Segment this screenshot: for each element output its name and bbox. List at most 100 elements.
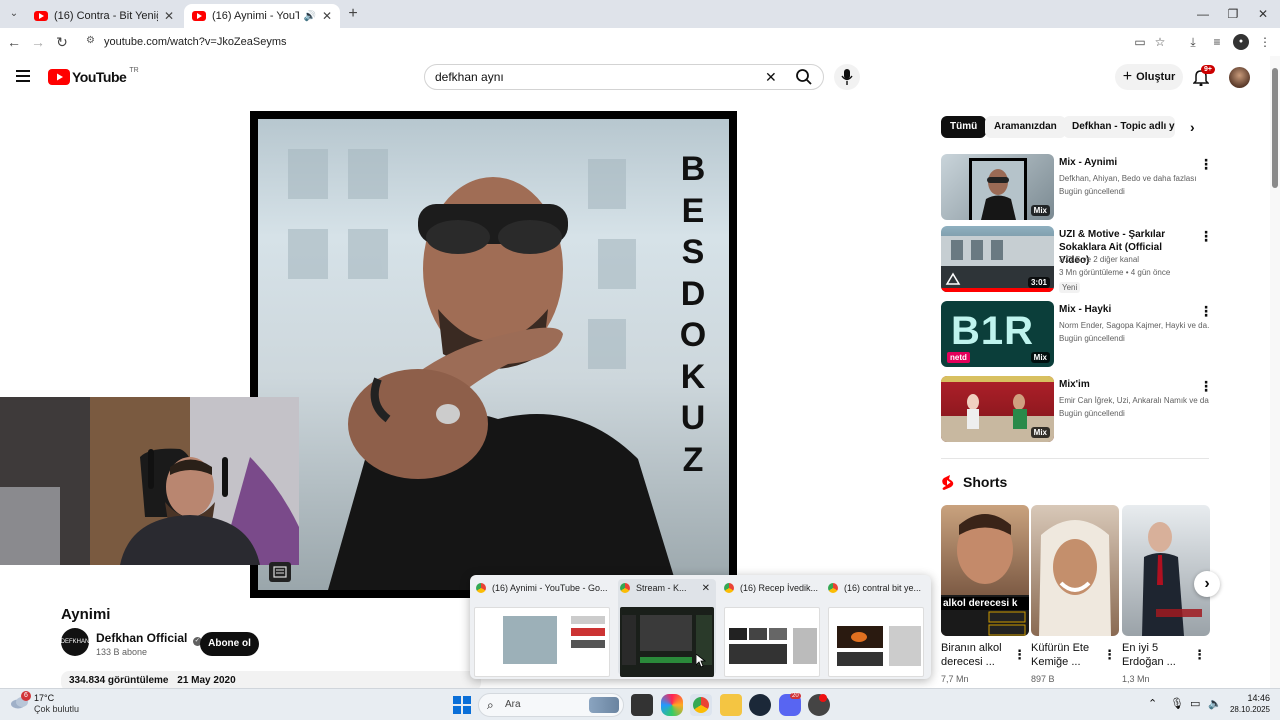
duration-badge: 3:01 [1027, 277, 1050, 288]
more-options-icon[interactable]: ⋮ [1199, 229, 1213, 243]
browser-tab-aynimi[interactable]: (16) Aynimi - YouTube 🔊 ✕ [184, 4, 340, 28]
weather-temp[interactable]: 17°C [34, 693, 54, 703]
taskbar-chrome-app[interactable] [690, 694, 712, 716]
related-thumbnail[interactable]: Mix [941, 376, 1054, 442]
new-badge: Yeni [1059, 282, 1081, 293]
mix-badge: Mix [1030, 352, 1050, 363]
short-card[interactable] [1122, 505, 1210, 636]
youtube-favicon-icon [192, 11, 206, 21]
minimize-icon[interactable]: — [1188, 4, 1218, 24]
volume-tray-icon[interactable]: 🔈 [1208, 697, 1222, 710]
windows-start-icon[interactable] [452, 695, 474, 717]
youtube-logo[interactable]: YouTube TR [48, 67, 139, 85]
chip-defkhan-topic[interactable]: Defkhan - Topic adlı yük [1063, 116, 1175, 138]
related-thumbnail[interactable]: B1R netd Mix [941, 301, 1054, 367]
voice-search-mic-icon[interactable] [834, 64, 860, 90]
preview-window[interactable]: (16) contral bit ye... [826, 579, 928, 677]
chip-from-search[interactable]: Aramanızdan [985, 116, 1066, 138]
related-item[interactable]: 3:01 UZI & Motive - Şarkılar Sokaklara A… [941, 226, 1213, 296]
preview-window[interactable]: (16) Recep İvedik... [722, 579, 822, 677]
short-views: 7,7 Mn [941, 674, 969, 684]
preview-window[interactable]: (16) Aynimi - YouTube - Go... [474, 579, 614, 677]
bookmark-star-icon[interactable]: ☆ [1152, 34, 1168, 50]
scrollbar-thumb[interactable] [1272, 68, 1278, 188]
short-title[interactable]: Küfürün Ete Kemiğe ... [1031, 641, 1101, 669]
related-thumbnail[interactable]: 3:01 [941, 226, 1054, 292]
short-title[interactable]: Biranın alkol derecesi ... [941, 641, 1011, 669]
shorts-logo-icon [942, 475, 954, 490]
related-item[interactable]: B1R netd Mix Mix - Hayki Norm Ender, Sag… [941, 301, 1213, 371]
create-button[interactable]: + Oluştur [1115, 64, 1183, 90]
file-explorer-icon[interactable] [720, 694, 742, 716]
youtube-play-icon [48, 69, 70, 85]
tray-chevron-icon[interactable]: ⌃ [1148, 697, 1157, 710]
weather-desc[interactable]: Çok bulutlu [34, 704, 79, 714]
download-icon[interactable]: ⤓ [1185, 34, 1201, 50]
network-tray-icon[interactable]: ▭ [1190, 697, 1200, 710]
cover-scene [288, 149, 678, 590]
profile-avatar[interactable]: ● [1233, 34, 1249, 50]
weather-alert-badge: 6 [21, 691, 31, 701]
subscriber-count: 133 B abone [96, 647, 148, 657]
short-card[interactable] [1031, 505, 1119, 636]
short-more-icon[interactable]: ⋮ [1193, 647, 1206, 663]
clock-time[interactable]: 14:46 [1230, 693, 1270, 703]
chip-all[interactable]: Tümü [941, 116, 987, 138]
close-window-icon[interactable]: ✕ [1248, 4, 1278, 24]
forward-arrow-icon[interactable]: → [28, 32, 48, 52]
short-card[interactable]: alkol derecesi k [941, 505, 1029, 636]
close-tab-icon[interactable]: ✕ [164, 9, 174, 23]
tab-title: (16) Aynimi - YouTube [212, 10, 300, 22]
video-player[interactable]: BESDOKUZ [250, 111, 737, 598]
close-tab-icon[interactable]: ✕ [322, 9, 332, 23]
related-item[interactable]: Mix Mix - Aynimi Defkhan, Ahiyan, Bedo v… [941, 154, 1213, 224]
browser-menu-icon[interactable]: ⋮ [1257, 34, 1273, 50]
chips-next-chevron-icon[interactable]: › [1190, 119, 1195, 135]
short-title[interactable]: En iyi 5 Erdoğan ... [1122, 641, 1192, 669]
channel-avatar[interactable]: DEFKHAN [61, 628, 89, 656]
more-options-icon[interactable]: ⋮ [1199, 157, 1213, 171]
search-input[interactable] [435, 70, 755, 84]
taskbar-search-box[interactable]: ⌕ Ara [478, 693, 624, 717]
short-more-icon[interactable]: ⋮ [1013, 647, 1026, 663]
browser-tab-contra[interactable]: (16) Contra - Bit Yeniği - YouTube ✕ [26, 4, 182, 28]
more-options-icon[interactable]: ⋮ [1199, 379, 1213, 393]
tab-search-chevron-icon[interactable]: ⌄ [4, 4, 24, 24]
subscribe-button[interactable]: Abone ol [200, 632, 259, 656]
reload-icon[interactable]: ↻ [52, 32, 72, 52]
microphone-tray-icon[interactable]: 🎙 [1170, 697, 1184, 710]
short-views: 1,3 Mn [1122, 674, 1150, 684]
related-meta: 3 Mn görüntüleme • 4 gün önce [1059, 268, 1171, 277]
reading-list-icon[interactable]: ≡ [1209, 34, 1225, 50]
copilot-icon[interactable] [661, 694, 683, 716]
address-bar[interactable]: ⚙ youtube.com/watch?v=JkoZeaSeyms [80, 31, 1180, 53]
cast-icon[interactable]: ▭ [1132, 34, 1148, 50]
related-thumbnail[interactable]: Mix [941, 154, 1054, 220]
task-view-icon[interactable] [631, 694, 653, 716]
channel-name-text: Defkhan Official [96, 631, 188, 645]
more-options-icon[interactable]: ⋮ [1199, 304, 1213, 318]
clear-search-icon[interactable]: ✕ [765, 69, 777, 86]
shorts-next-arrow-icon[interactable]: › [1194, 571, 1220, 597]
search-icon[interactable] [795, 68, 813, 86]
related-channel: Norm Ender, Sagopa Kajmer, Hayki ve da..… [1059, 321, 1209, 330]
related-title: Mix'im [1059, 379, 1090, 390]
notification-badge: 9+ [1201, 65, 1215, 74]
steam-icon[interactable] [749, 694, 771, 716]
page-scrollbar[interactable] [1270, 56, 1280, 688]
hamburger-menu-icon[interactable] [16, 69, 32, 83]
related-title: Mix - Aynimi [1059, 157, 1118, 168]
site-info-icon[interactable]: ⚙ [86, 35, 95, 46]
channel-name[interactable]: Defkhan Official ✓ [96, 631, 202, 646]
new-tab-button[interactable]: + [343, 4, 363, 24]
speaker-icon[interactable]: 🔊 [303, 11, 315, 22]
close-preview-icon[interactable]: ✕ [702, 583, 710, 594]
related-item[interactable]: Mix Mix'im Emir Can İğrek, Uzi, Ankaralı… [941, 376, 1213, 446]
restore-icon[interactable]: ❐ [1218, 4, 1248, 24]
short-more-icon[interactable]: ⋮ [1103, 647, 1116, 663]
back-arrow-icon[interactable]: ← [4, 32, 24, 52]
chrome-icon [476, 583, 486, 593]
clock-date[interactable]: 28.10.2025 [1226, 705, 1270, 714]
account-avatar[interactable] [1229, 67, 1250, 88]
subtitles-icon[interactable] [269, 562, 291, 582]
